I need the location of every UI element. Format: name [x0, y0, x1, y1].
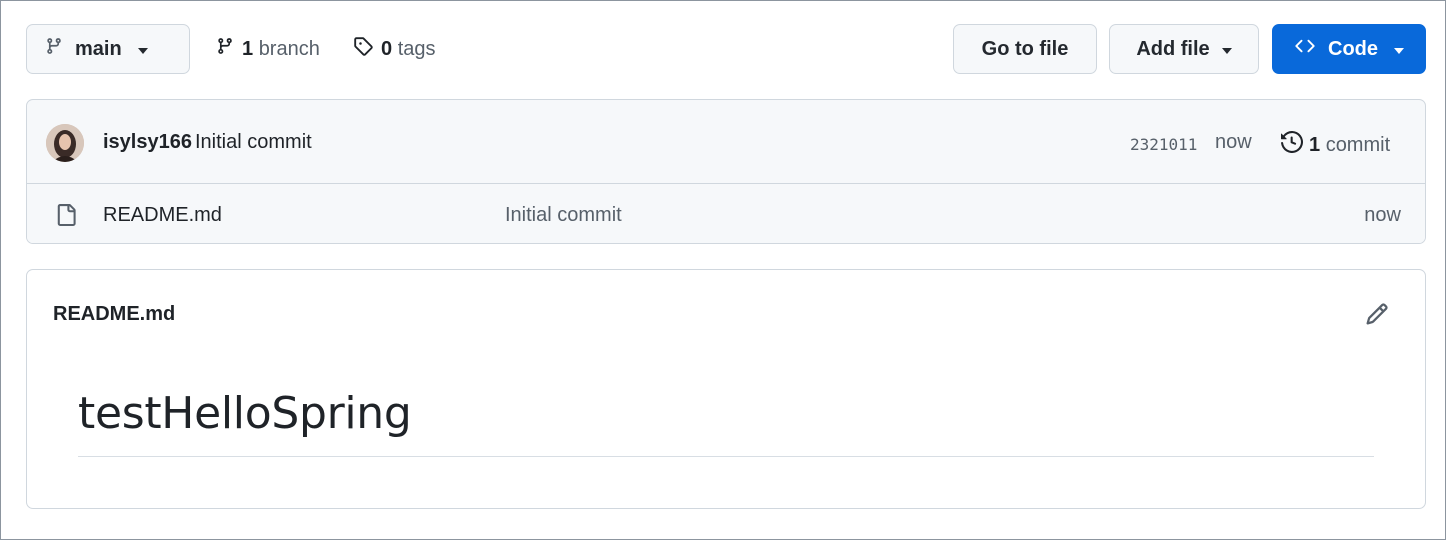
- go-to-file-label: Go to file: [981, 37, 1069, 60]
- tag-count: 0: [381, 37, 393, 60]
- add-file-button[interactable]: Add file: [1109, 24, 1259, 74]
- table-row[interactable]: README.md Initial commit now: [27, 184, 1425, 243]
- branches-link[interactable]: 1 branch: [216, 24, 320, 74]
- code-button[interactable]: Code: [1272, 24, 1426, 74]
- file-commit-message[interactable]: Initial commit: [505, 204, 622, 227]
- repo-page: main 1 branch 0 tags Go to file Add file: [0, 0, 1446, 540]
- commit-sha[interactable]: 2321011: [1130, 135, 1197, 154]
- heading-divider: [78, 456, 1374, 457]
- commit-message[interactable]: Initial commit: [195, 131, 312, 154]
- repo-toolbar: main 1 branch 0 tags Go to file Add file: [26, 24, 1426, 74]
- branch-name: main: [75, 37, 122, 60]
- branch-word: branch: [258, 37, 320, 60]
- latest-commit-row: isylsy166 Initial commit 2321011 now 1 c…: [27, 100, 1425, 184]
- history-icon: [1281, 130, 1304, 159]
- commit-history-link[interactable]: 1 commit: [1281, 130, 1391, 159]
- chevron-down-icon: [1394, 47, 1404, 54]
- readme-panel: README.md testHelloSpring: [26, 269, 1426, 509]
- branch-select-button[interactable]: main: [26, 24, 190, 74]
- commit-author[interactable]: isylsy166: [103, 131, 192, 154]
- commit-time: now: [1215, 131, 1252, 153]
- code-label: Code: [1328, 37, 1378, 60]
- chevron-down-icon: [1221, 47, 1232, 54]
- file-icon: [55, 203, 77, 232]
- commit-count-word: commit: [1325, 133, 1391, 156]
- git-branch-icon: [216, 36, 234, 62]
- code-icon: [1294, 36, 1316, 62]
- tag-word: tags: [397, 37, 436, 60]
- commit-count: 1: [1309, 133, 1321, 156]
- file-time: now: [1364, 204, 1401, 226]
- chevron-down-icon: [137, 47, 148, 54]
- readme-heading: testHelloSpring: [78, 388, 412, 439]
- add-file-label: Add file: [1136, 37, 1210, 60]
- go-to-file-button[interactable]: Go to file: [953, 24, 1097, 74]
- avatar[interactable]: [46, 124, 84, 162]
- pencil-icon[interactable]: [1365, 302, 1389, 331]
- readme-title[interactable]: README.md: [53, 303, 175, 326]
- file-name[interactable]: README.md: [103, 204, 222, 227]
- tags-link[interactable]: 0 tags: [353, 24, 436, 74]
- git-branch-icon: [45, 36, 63, 62]
- tag-icon: [353, 36, 373, 62]
- branch-count: 1: [242, 37, 254, 60]
- file-listing: isylsy166 Initial commit 2321011 now 1 c…: [26, 99, 1426, 244]
